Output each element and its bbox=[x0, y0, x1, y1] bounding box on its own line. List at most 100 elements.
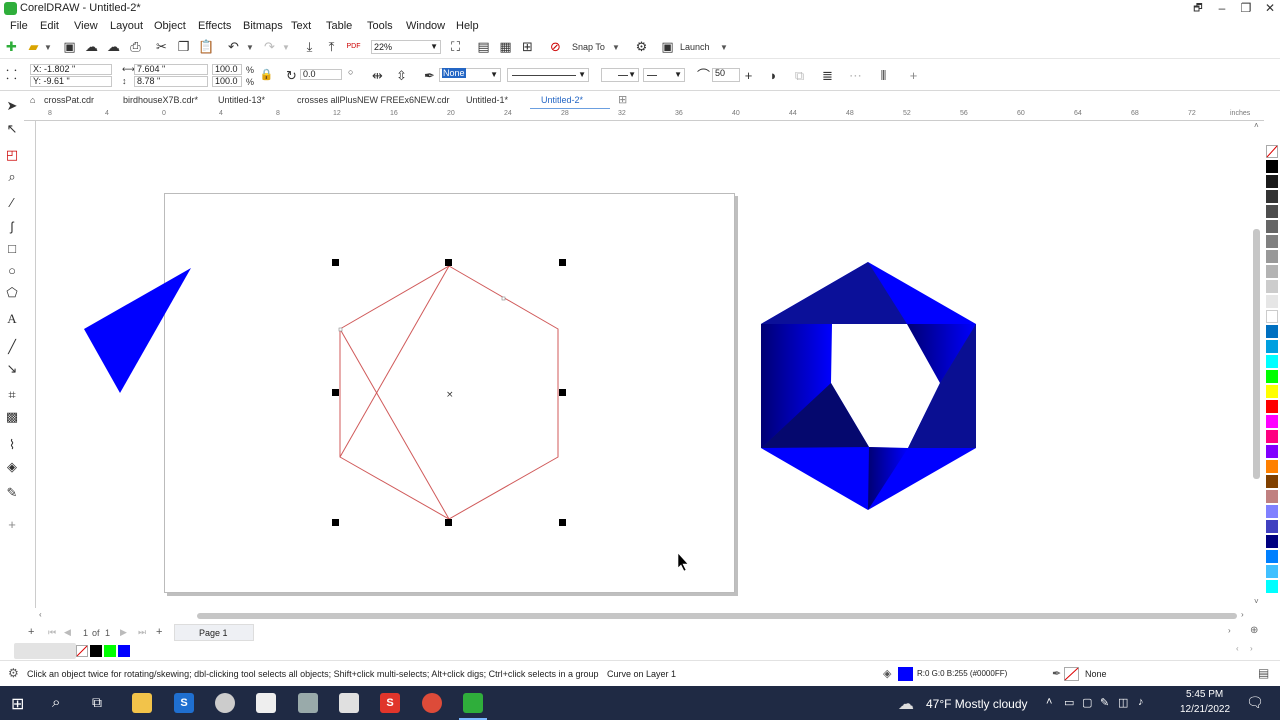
palette-swatch[interactable] bbox=[1266, 505, 1278, 518]
cloud-download-icon[interactable]: ☁ bbox=[106, 39, 121, 54]
coreldraw-taskbar-icon[interactable] bbox=[463, 693, 483, 713]
outline-width-dropdown-icon[interactable]: ▼ bbox=[490, 70, 498, 79]
curve-smoothing-field[interactable]: 50 bbox=[712, 68, 740, 82]
menu-tools[interactable]: Tools bbox=[367, 20, 393, 32]
cloud-upload-icon[interactable]: ☁ bbox=[84, 39, 99, 54]
blue-hexagon-ring[interactable] bbox=[761, 262, 976, 510]
app-round-icon[interactable] bbox=[215, 693, 235, 713]
outline-width-field[interactable]: None ▼ bbox=[439, 68, 501, 82]
tray-edit-icon[interactable]: ✎ bbox=[1100, 696, 1109, 709]
vertical-scroll-thumb[interactable] bbox=[1253, 229, 1260, 479]
vertical-ruler[interactable] bbox=[24, 121, 36, 608]
palette-swatch[interactable] bbox=[1266, 475, 1278, 488]
menu-bitmaps[interactable]: Bitmaps bbox=[243, 20, 283, 32]
close-curve-icon[interactable]: ◗ bbox=[766, 68, 781, 83]
launch-dropdown-icon[interactable]: ▼ bbox=[720, 43, 728, 52]
crop-tool-icon[interactable]: ◰ bbox=[4, 147, 20, 163]
windows-start-icon[interactable]: ⊞ bbox=[11, 694, 24, 714]
scale-height-field[interactable]: 100.0 bbox=[212, 76, 242, 87]
ellipse-tool-icon[interactable]: ○ bbox=[4, 263, 20, 279]
palette-swatch[interactable] bbox=[1266, 280, 1278, 293]
x-position-field[interactable]: X: -1.802 " bbox=[30, 64, 112, 75]
outline-color-swatch[interactable] bbox=[1064, 667, 1079, 681]
open-dropdown-icon[interactable]: ▼ bbox=[44, 43, 52, 52]
menu-edit[interactable]: Edit bbox=[40, 20, 59, 32]
doc-palette-scroll-left-icon[interactable]: ‹ bbox=[1236, 644, 1239, 653]
scroll-left-icon[interactable]: ‹ bbox=[39, 610, 42, 619]
menu-effects[interactable]: Effects bbox=[198, 20, 231, 32]
search-icon[interactable]: ⌕ bbox=[52, 694, 60, 711]
palette-swatch[interactable] bbox=[1266, 295, 1278, 308]
palette-swatch[interactable] bbox=[1266, 355, 1278, 368]
app-s-blue-icon[interactable]: S bbox=[174, 693, 194, 713]
tab-untitled-1[interactable]: Untitled-1* bbox=[466, 95, 508, 105]
undo-icon[interactable]: ↶ bbox=[226, 39, 241, 54]
doc-palette-blue-swatch[interactable] bbox=[118, 645, 130, 657]
scroll-right-icon[interactable]: › bbox=[1241, 610, 1244, 619]
drawing-canvas[interactable]: × bbox=[37, 121, 1251, 608]
tab-untitled-13[interactable]: Untitled-13* bbox=[218, 95, 265, 105]
minimize-button[interactable]: – bbox=[1210, 0, 1234, 17]
palette-swatch[interactable] bbox=[1266, 310, 1278, 323]
task-view-icon[interactable]: ⧉ bbox=[92, 694, 102, 711]
first-page-icon[interactable]: ⏮ bbox=[48, 627, 56, 638]
palette-swatch[interactable] bbox=[1266, 160, 1278, 173]
snap-to-dropdown-icon[interactable]: ▼ bbox=[612, 43, 620, 52]
options-gear-icon[interactable]: ⚙ bbox=[634, 39, 649, 54]
text-tool-icon[interactable]: A bbox=[4, 311, 20, 327]
transparency-tool-icon[interactable]: ▩ bbox=[4, 409, 20, 425]
menu-file[interactable]: File bbox=[10, 20, 28, 32]
blue-triangle-shape[interactable] bbox=[84, 268, 191, 393]
document-palette-tools[interactable] bbox=[14, 643, 76, 659]
menu-table[interactable]: Table bbox=[326, 20, 352, 32]
tray-app-icon[interactable]: ▭ bbox=[1064, 696, 1074, 709]
break-apart-icon[interactable]: ⧉ bbox=[792, 68, 807, 83]
maximize-button[interactable]: ❐ bbox=[1234, 0, 1258, 17]
add-page-after-icon[interactable]: + bbox=[156, 626, 162, 638]
y-position-field[interactable]: Y: -9.61 " bbox=[30, 76, 112, 87]
chrome-icon[interactable] bbox=[422, 693, 442, 713]
previous-page-icon[interactable]: ◀ bbox=[64, 627, 71, 638]
eyedropper-tool-icon[interactable]: ⌇ bbox=[4, 437, 20, 453]
palette-swatch[interactable] bbox=[1266, 430, 1278, 443]
add-page-before-icon[interactable]: + bbox=[28, 626, 34, 638]
scroll-up-icon[interactable]: ˄ bbox=[1254, 121, 1259, 130]
tab-untitled-2[interactable]: Untitled-2* bbox=[541, 95, 583, 105]
rotation-icon[interactable]: ↻ bbox=[284, 68, 299, 83]
taskbar-date[interactable]: 12/21/2022 bbox=[1180, 704, 1230, 715]
undo-dropdown-icon[interactable]: ▼ bbox=[246, 43, 254, 52]
tray-display-icon[interactable]: ▢ bbox=[1082, 696, 1092, 709]
smart-fill-tool-icon[interactable]: ✎ bbox=[4, 485, 20, 501]
horizontal-scrollbar[interactable]: ‹ › bbox=[37, 610, 1251, 622]
palette-swatch[interactable] bbox=[1266, 205, 1278, 218]
show-rulers-icon[interactable]: ▤ bbox=[476, 39, 491, 54]
app-s-red-icon[interactable]: S bbox=[380, 693, 400, 713]
doc-palette-scroll-right-icon[interactable]: › bbox=[1250, 644, 1253, 653]
palette-swatch[interactable] bbox=[1266, 550, 1278, 563]
export-icon[interactable]: ⤒ bbox=[324, 39, 339, 54]
app-gray-icon[interactable] bbox=[298, 693, 318, 713]
full-screen-icon[interactable]: ⛶ bbox=[448, 39, 463, 54]
palette-swatch[interactable] bbox=[1266, 235, 1278, 248]
start-arrowhead-dropdown-icon[interactable]: ▼ bbox=[628, 70, 636, 79]
doc-palette-green-swatch[interactable] bbox=[104, 645, 116, 657]
lock-ratio-icon[interactable]: 🔒 bbox=[259, 68, 274, 83]
horizontal-scroll-thumb[interactable] bbox=[197, 613, 1237, 619]
doc-palette-black-swatch[interactable] bbox=[90, 645, 102, 657]
menu-text[interactable]: Text bbox=[291, 20, 311, 32]
close-button[interactable]: ✕ bbox=[1258, 0, 1280, 17]
menu-help[interactable]: Help bbox=[456, 20, 479, 32]
scroll-down-icon[interactable]: ˅ bbox=[1254, 597, 1259, 606]
print-icon[interactable]: ⎙ bbox=[128, 39, 143, 54]
menu-layout[interactable]: Layout bbox=[110, 20, 143, 32]
new-document-icon[interactable]: ✚ bbox=[4, 39, 19, 54]
mirror-horizontal-icon[interactable]: ⇹ bbox=[370, 68, 385, 83]
freehand-tool-icon[interactable]: ∕ bbox=[4, 195, 20, 211]
palette-swatch[interactable] bbox=[1266, 340, 1278, 353]
wrap-text-icon[interactable]: ≣ bbox=[820, 68, 835, 83]
import-icon[interactable]: ⤓ bbox=[302, 39, 317, 54]
last-page-icon[interactable]: ⏭ bbox=[138, 627, 146, 638]
mirror-vertical-icon[interactable]: ⇳ bbox=[394, 68, 409, 83]
tray-volume-icon[interactable]: ♪ bbox=[1138, 696, 1144, 708]
palette-swatch[interactable] bbox=[1266, 520, 1278, 533]
